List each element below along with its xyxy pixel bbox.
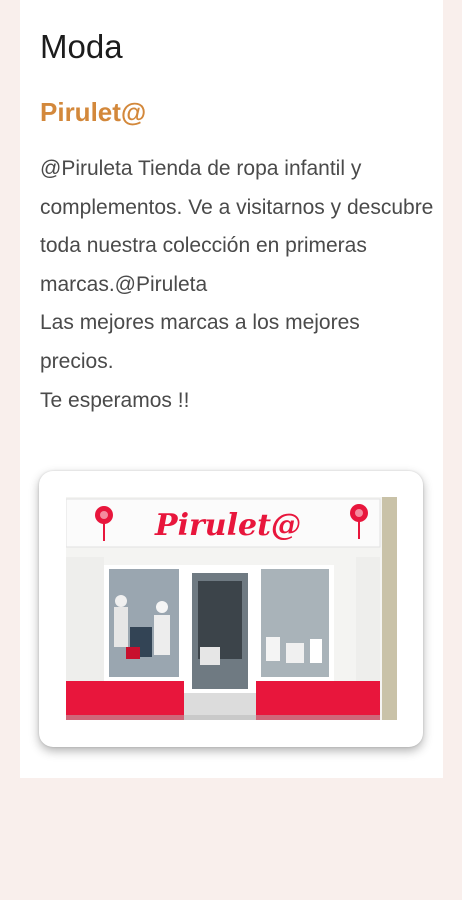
storefront-image: Pirulet@ 13 [66, 497, 397, 720]
store-card: Moda Pirulet@ @Piruleta Tienda de ropa i… [20, 0, 443, 778]
shop-sign-text: Pirulet@ [154, 508, 301, 543]
store-photo-card[interactable]: Pirulet@ 13 [39, 471, 423, 747]
category-title: Moda [40, 28, 123, 65]
storefront-photo[interactable]: Pirulet@ 13 [66, 497, 397, 720]
store-description: @Piruleta Tienda de ropa infantil y comp… [40, 157, 434, 412]
store-name: Pirulet@ [40, 97, 147, 127]
